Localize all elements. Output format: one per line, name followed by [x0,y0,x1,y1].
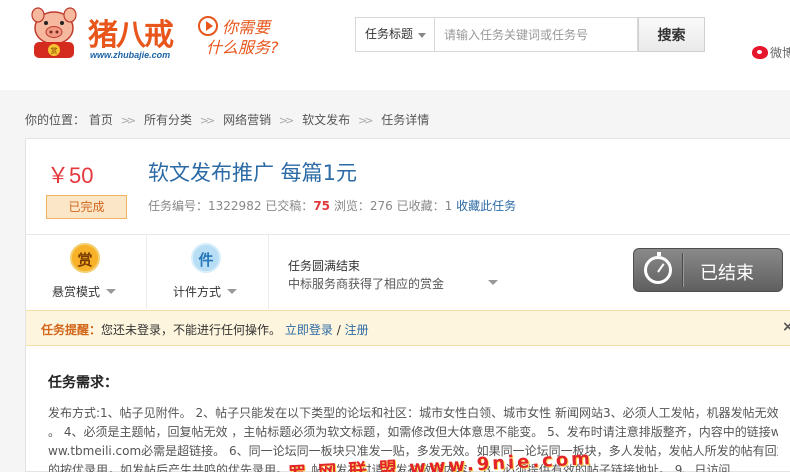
chevron-down-icon [418,33,426,38]
notice-tag: 任务提醒： [41,323,102,337]
chevron-down-icon[interactable] [488,280,498,285]
breadcrumb-separator-icon: >> [199,114,216,127]
notice-text: 任务提醒：您还未登录，不能进行任何操作。 立即登录 / 注册 [41,321,369,338]
pig-mascot-icon: 赏 [31,7,77,58]
breadcrumb-network-marketing[interactable]: 网络营销 [223,113,271,127]
task-title: 软文发布推广 每篇1元 [148,161,358,185]
breadcrumb: 你的位置： 首页 >> 所有分类 >> 网络营销 >> 软文发布 >> 任务详情 [25,111,429,128]
views-count: 276 [369,199,393,213]
weibo-link[interactable]: 微博 [752,44,790,61]
breadcrumb-current: 任务详情 [381,113,430,127]
reward-mode-label: 悬赏模式 [52,283,117,300]
logo-wordmark: 猪八戒 [88,18,174,53]
favorites-count: 1 [444,199,453,213]
chevron-down-icon [227,289,238,294]
piece-icon: 件 [191,243,221,273]
requirements-line: 。 4、必须是主题帖，回复帖无效 ，主帖标题必须为软文标题，如需修改但大体意思不… [48,425,778,439]
stopwatch-icon [644,252,672,284]
task-end-title: 任务圆满结束 [288,259,361,273]
close-icon[interactable]: × [782,319,790,335]
task-ended-button[interactable]: 已结束 [633,248,783,292]
search-bar: 任务标题 搜索 [355,17,705,52]
play-icon [198,16,218,36]
breadcrumb-home[interactable]: 首页 [89,113,113,127]
breadcrumb-separator-icon: >> [120,114,137,127]
task-meta: 任务编号：1322982 已交稿：75 浏览：276 已收藏：1 收藏此任务 [148,197,516,214]
chevron-down-icon [106,289,117,294]
breadcrumb-all-categories[interactable]: 所有分类 [144,113,192,127]
favorites-label: 已收藏： [396,199,445,213]
favorite-task-link[interactable]: 收藏此任务 [456,199,516,213]
requirements-title: 任务需求： [48,375,118,391]
register-link[interactable]: 注册 [345,323,369,337]
requirements-line: 发布方式:1、帖子见附件。 2、帖子只能发在以下类型的论坛和社区：城市女性白领、… [48,406,778,420]
piece-mode-cell[interactable]: 件 计件方式 [147,235,269,309]
search-input[interactable] [435,17,638,52]
slogan-line-2: 什么服务? [206,38,279,57]
login-link[interactable]: 立即登录 [285,323,333,337]
submitted-count: 75 [313,199,331,213]
search-type-select[interactable]: 任务标题 [355,17,435,52]
reward-mode-cell[interactable]: 赏 悬赏模式 [26,235,147,309]
submitted-label: 已交稿： [265,199,314,213]
breadcrumb-prefix: 你的位置： [25,113,86,127]
views-label: 浏览： [333,199,370,213]
svg-text:赏: 赏 [51,46,58,55]
reward-icon: 赏 [70,243,100,273]
notice-message: 您还未登录，不能进行任何操作。 [101,323,282,337]
status-badge: 已完成 [46,195,127,219]
logo-url: www.zhubajie.com [90,50,171,60]
task-id: 1322982 [208,199,262,213]
weibo-icon [752,46,768,59]
piece-mode-label: 计件方式 [173,283,238,300]
breadcrumb-article-publishing[interactable]: 软文发布 [302,113,350,127]
task-price: ￥50 [47,163,94,188]
task-end-description: 中标服务商获得了相应的赏金 [288,277,445,291]
button-divider [682,253,683,287]
breadcrumb-separator-icon: >> [358,114,374,127]
search-button[interactable]: 搜索 [638,17,705,52]
login-notice: 任务提醒：您还未登录，不能进行任何操作。 立即登录 / 注册 × [26,310,790,346]
search-type-label: 任务标题 [365,27,414,41]
weibo-label: 微博 [770,46,790,60]
site-logo[interactable]: 赏 猪八戒 www.zhubajie.com [24,6,186,60]
notice-separator: / [336,323,341,337]
task-ended-label: 已结束 [700,263,754,284]
slogan: 你需要 什么服务? [198,14,298,57]
task-id-label: 任务编号： [148,199,209,213]
breadcrumb-separator-icon: >> [278,114,295,127]
site-header: 赏 猪八戒 www.zhubajie.com 你需要 什么服务? 任务标题 搜索… [0,0,790,90]
